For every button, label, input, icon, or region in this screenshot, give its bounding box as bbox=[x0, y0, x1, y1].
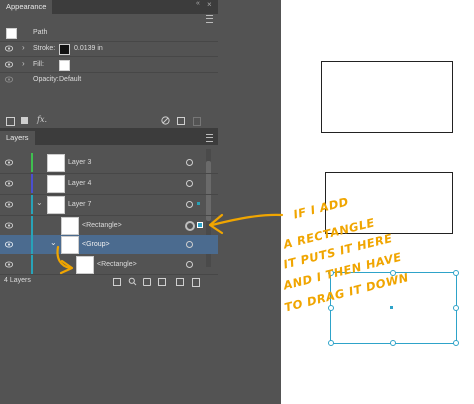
annotation-arrows bbox=[56, 213, 284, 275]
annotation-arrow-right bbox=[210, 213, 284, 227]
